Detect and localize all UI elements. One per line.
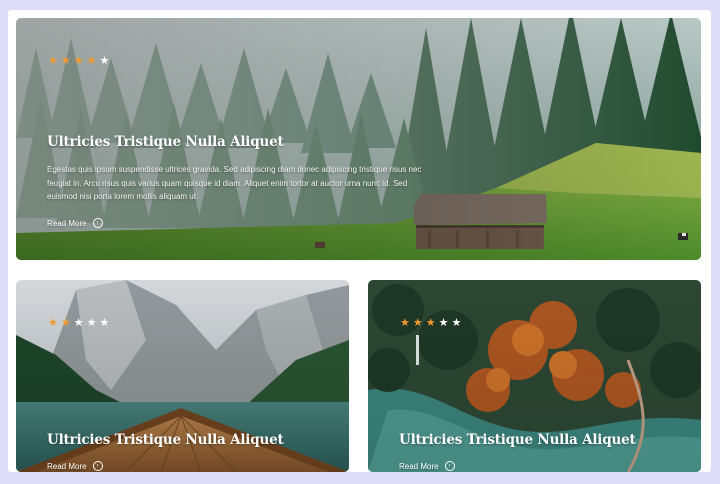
star-empty-icon: ★ xyxy=(451,316,462,329)
card-title: Ultricies Tristique Nulla Aliquet xyxy=(47,432,284,448)
star-empty-icon: ★ xyxy=(99,316,110,329)
star-filled-icon: ★ xyxy=(425,316,436,329)
featured-card[interactable]: ★ ★ ★ ★ ★ Ultricies Tristique Nulla Aliquet … xyxy=(16,18,701,260)
star-filled-icon: ★ xyxy=(48,316,58,329)
star-empty-icon: ★ xyxy=(99,54,110,67)
card-title: Ultricies Tristique Nulla Aliquet xyxy=(47,134,284,150)
rating-stars: ★ ★ ★ ★ ★ xyxy=(48,55,109,66)
read-more-link[interactable]: Read More › xyxy=(399,461,455,471)
arrow-circle-right-icon: › xyxy=(92,218,103,228)
read-more-label: Read More xyxy=(399,461,439,471)
arrow-circle-right-icon: › xyxy=(92,461,103,471)
read-more-label: Read More xyxy=(47,218,87,228)
star-filled-icon: ★ xyxy=(86,54,97,67)
rating-stars: ★ ★ ★ ★ ★ xyxy=(400,317,461,328)
star-empty-icon: ★ xyxy=(86,316,97,329)
star-empty-icon: ★ xyxy=(438,316,449,329)
star-empty-icon: ★ xyxy=(73,316,84,329)
rating-stars: ★ ★ ★ ★ ★ xyxy=(48,317,109,328)
arrow-circle-right-icon: › xyxy=(444,461,455,471)
read-more-link[interactable]: Read More › xyxy=(47,461,103,471)
article-card[interactable]: ★ ★ ★ ★ ★ Ultricies Tristique Nulla Aliquet … xyxy=(368,280,701,472)
star-filled-icon: ★ xyxy=(48,54,58,67)
star-filled-icon: ★ xyxy=(400,316,410,329)
article-card[interactable]: ★ ★ ★ ★ ★ Ultricies Tristique Nulla Aliquet … xyxy=(16,280,349,472)
star-filled-icon: ★ xyxy=(73,54,84,67)
read-more-label: Read More xyxy=(47,461,87,471)
card-title: Ultricies Tristique Nulla Aliquet xyxy=(399,432,636,448)
read-more-link[interactable]: Read More › xyxy=(47,218,103,228)
star-filled-icon: ★ xyxy=(412,316,423,329)
card-description: Egestas quis ipsum suspendisse ultrices … xyxy=(47,165,422,201)
star-filled-icon: ★ xyxy=(60,54,71,67)
star-filled-icon: ★ xyxy=(60,316,71,329)
